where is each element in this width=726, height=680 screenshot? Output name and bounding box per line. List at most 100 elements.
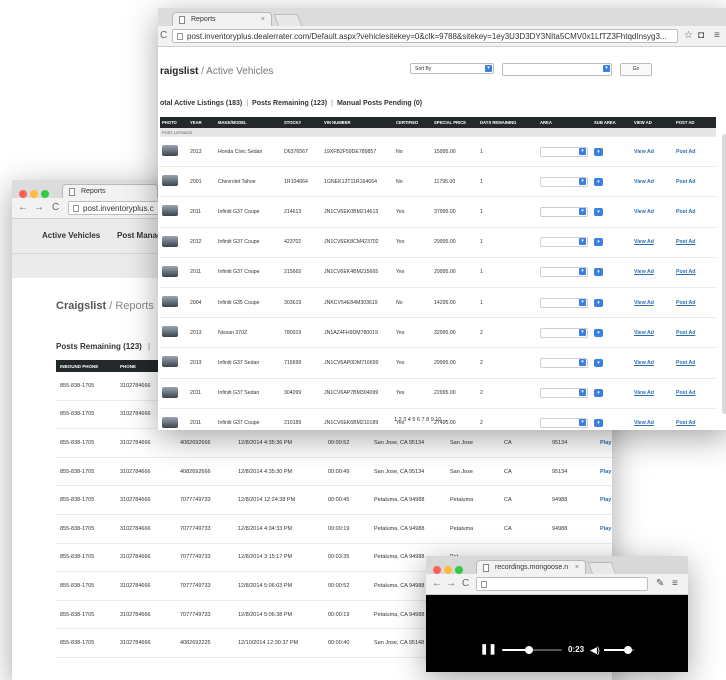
area-select[interactable]: ▾ [540,206,588,217]
back-arrow-icon[interactable]: ← [18,200,28,216]
column-header[interactable]: VIEW AD [632,117,674,128]
forward-arrow-icon[interactable]: → [446,576,456,592]
extension-icon[interactable]: ◘ [698,29,704,43]
browser-tab-reports[interactable]: Reports × [172,12,272,26]
menu-icon[interactable]: ≡ [714,29,720,43]
sub-area-select[interactable]: ▾ [594,389,603,398]
eyedropper-icon[interactable]: ✎ [656,577,664,591]
view-ad-link[interactable]: View Ad [632,347,674,379]
column-header[interactable]: CERTIFIED [394,117,432,128]
post-ad-link[interactable]: Post Ad [674,227,716,258]
view-ad-link[interactable]: View Ad [632,408,674,430]
sub-area-select[interactable]: ▾ [594,419,603,428]
view-ad-link[interactable]: View Ad [632,227,674,258]
area-select[interactable]: ▾ [540,327,588,338]
area-select[interactable]: ▾ [540,418,588,429]
volume-slider[interactable] [604,646,634,654]
sub-area-select[interactable]: ▾ [594,147,603,156]
column-header[interactable]: YEAR [188,117,216,128]
post-ad-link[interactable]: Post Ad [674,196,716,228]
scrollbar[interactable] [722,134,726,414]
seek-bar[interactable] [502,646,562,654]
maximize-window-icon[interactable] [455,566,463,574]
sub-area-select[interactable]: ▾ [594,177,603,186]
seek-handle[interactable] [525,646,533,654]
view-ad-link[interactable]: View Ad [632,166,674,198]
reload-icon[interactable]: C [462,576,469,592]
forward-arrow-icon[interactable]: → [34,200,44,216]
post-ad-link[interactable]: Post Ad [674,347,716,379]
column-header[interactable]: DAYS REMAINING [478,117,538,128]
car-photo-icon[interactable] [162,205,178,217]
sort-value-select[interactable]: ▾ [502,63,612,76]
sub-area-select[interactable]: ▾ [594,238,603,247]
column-header[interactable]: SUB AREA [592,117,632,128]
car-photo-icon[interactable] [162,386,178,398]
sub-area-select[interactable]: ▾ [594,298,603,307]
area-select[interactable]: ▾ [540,388,588,399]
breadcrumb-site[interactable]: raigslist [160,66,198,77]
view-ad-link[interactable]: View Ad [632,136,674,168]
column-header[interactable]: MAKE/MODEL [216,117,282,128]
column-header[interactable]: AREA [538,117,592,128]
breadcrumb-site[interactable]: Craigslist [56,300,106,312]
car-photo-icon[interactable] [162,265,178,277]
column-header[interactable]: PHOTO [160,117,188,128]
browser-tab-reports[interactable]: Reports [62,184,158,198]
car-photo-icon[interactable] [162,296,178,308]
menu-icon[interactable]: ≡ [672,577,678,591]
play-link[interactable]: Play [596,485,612,515]
column-header[interactable]: POST AD [674,117,716,128]
car-photo-icon[interactable] [162,356,178,368]
post-ad-link[interactable]: Post Ad [674,317,716,349]
sub-area-select[interactable]: ▾ [594,328,603,337]
bookmark-star-icon[interactable]: ☆ [684,29,693,43]
post-ad-link[interactable]: Post Ad [674,166,716,198]
address-bar[interactable]: post.inventoryplus.dealerrater.com/Defau… [172,29,678,43]
post-ad-link[interactable]: Post Ad [674,136,716,168]
area-select[interactable]: ▾ [540,357,588,368]
view-ad-link[interactable]: View Ad [632,317,674,349]
sort-by-select[interactable]: Sort By ▾ [410,63,494,74]
nav-active-vehicles[interactable]: Active Vehicles [42,219,100,253]
post-ad-link[interactable]: Post Ad [674,408,716,430]
close-window-icon[interactable] [19,190,27,198]
post-ad-link[interactable]: Post Ad [674,287,716,319]
car-photo-icon[interactable] [162,175,178,187]
reload-icon[interactable]: C [52,200,59,216]
area-select[interactable]: ▾ [540,237,588,248]
play-link[interactable]: Play [596,457,612,487]
view-ad-link[interactable]: View Ad [632,257,674,288]
pause-icon[interactable]: ❚❚ [480,644,497,656]
area-select[interactable]: ▾ [540,146,588,157]
view-ad-link[interactable]: View Ad [632,287,674,319]
close-tab-icon[interactable]: × [261,13,265,26]
sub-area-select[interactable]: ▾ [594,358,603,367]
view-ad-link[interactable]: View Ad [632,378,674,409]
maximize-window-icon[interactable] [41,190,49,198]
reload-icon[interactable]: C [160,28,167,44]
column-header[interactable]: SPECIAL PRICE [432,117,478,128]
back-arrow-icon[interactable]: ← [432,576,442,592]
post-ad-link[interactable]: Post Ad [674,257,716,288]
area-select[interactable]: ▾ [540,176,588,187]
car-photo-icon[interactable] [162,235,178,247]
volume-icon[interactable]: ◀) [590,644,600,656]
view-ad-link[interactable]: View Ad [632,196,674,228]
area-select[interactable]: ▾ [540,267,588,278]
play-link[interactable]: Play [596,428,612,458]
minimize-window-icon[interactable] [444,566,452,574]
column-header[interactable]: STOCK# [282,117,322,128]
sub-area-select[interactable]: ▾ [594,207,603,216]
post-ad-link[interactable]: Post Ad [674,378,716,409]
car-photo-icon[interactable] [162,326,178,338]
sub-area-select[interactable]: ▾ [594,268,603,277]
address-bar[interactable]: post.inventoryplus.c [68,201,168,215]
car-photo-icon[interactable] [162,145,178,157]
volume-handle[interactable] [624,646,632,654]
nav-post-management[interactable]: Post Manag [117,219,162,253]
browser-tab-recordings[interactable]: recordings.mongoose.n × [476,560,586,574]
area-select[interactable]: ▾ [540,297,588,308]
play-link[interactable]: Play [596,514,612,544]
close-window-icon[interactable] [433,566,441,574]
